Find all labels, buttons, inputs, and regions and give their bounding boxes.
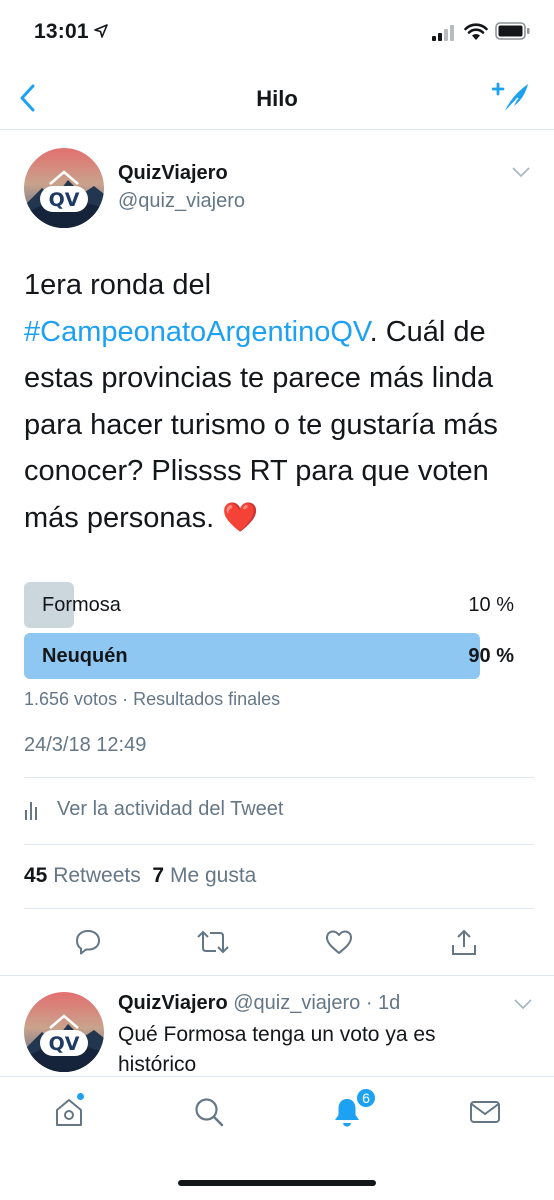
poll-option-label: Neuquén	[42, 645, 128, 667]
reply-separator: ·	[360, 992, 379, 1014]
poll-option-percent: 10 %	[468, 594, 514, 616]
reply-icon[interactable]	[74, 928, 102, 956]
home-icon[interactable]	[52, 1095, 86, 1129]
hashtag-link[interactable]: #CampeonatoArgentinoQV	[24, 316, 370, 348]
home-indicator	[178, 1180, 376, 1186]
poll: Formosa 10 % Neuquén 90 %	[24, 582, 514, 684]
tweet-timestamp: 24/3/18 12:49	[24, 734, 147, 756]
avatar[interactable]: QV	[24, 148, 104, 228]
reply-header: QuizViajero @quiz_viajero · 1d	[118, 992, 400, 1015]
divider	[24, 844, 534, 845]
wifi-icon	[464, 23, 488, 40]
retweets-label: Retweets	[53, 864, 141, 887]
tweet-stats: 45 Retweets 7 Me gusta	[24, 864, 256, 888]
poll-option-label: Formosa	[42, 594, 121, 616]
status-bar: 13:01	[0, 0, 554, 64]
likes-label: Me gusta	[169, 864, 257, 887]
divider	[24, 777, 534, 778]
activity-bars-icon	[25, 802, 37, 820]
likes-stat[interactable]: 7 Me gusta	[152, 864, 256, 887]
retweets-stat[interactable]: 45 Retweets	[24, 864, 141, 887]
avatar[interactable]: QV	[24, 992, 104, 1072]
author-handle[interactable]: @quiz_viajero	[118, 190, 245, 213]
messages-icon[interactable]	[468, 1095, 502, 1129]
poll-option-neuquen: Neuquén 90 %	[24, 633, 514, 679]
tweet-text: 1era ronda del #CampeonatoArgentinoQV. C…	[24, 262, 534, 541]
notifications-badge: 6	[355, 1087, 377, 1109]
poll-option-formosa: Formosa 10 %	[24, 582, 514, 628]
compose-icon[interactable]	[492, 80, 532, 116]
reply-author-handle[interactable]: @quiz_viajero	[233, 992, 360, 1014]
author-name[interactable]: QuizViajero	[118, 162, 228, 185]
nav-bar: Hilo	[0, 64, 554, 130]
chevron-down-icon[interactable]	[512, 166, 530, 178]
signal-icon	[432, 25, 454, 41]
poll-results-meta: 1.656 votos · Resultados finales	[24, 689, 281, 709]
avatar-logo-text: QV	[49, 189, 80, 211]
location-arrow-icon	[94, 24, 108, 38]
tweet-actions	[0, 920, 554, 968]
battery-icon	[495, 22, 530, 40]
home-unread-dot	[77, 1093, 84, 1100]
tweet-header: QV QuizViajero @quiz_viajero	[24, 148, 534, 232]
reply-tweet[interactable]: QV QuizViajero @quiz_viajero · 1d Qué Fo…	[0, 976, 554, 1076]
heart-emoji: ❤️	[222, 501, 259, 534]
status-time: 13:01	[34, 20, 89, 43]
page-title: Hilo	[256, 86, 298, 111]
activity-label: Ver la actividad del Tweet	[57, 798, 284, 820]
reply-text: Qué Formosa tenga un voto ya es históric…	[118, 1023, 436, 1076]
divider	[24, 908, 534, 909]
avatar-logo-text: QV	[49, 1033, 80, 1055]
retweet-icon[interactable]	[196, 928, 230, 956]
like-icon[interactable]	[324, 928, 354, 956]
reply-author-name[interactable]: QuizViajero	[118, 992, 228, 1014]
share-icon[interactable]	[450, 928, 478, 958]
tweet-text-part: . Cuál de estas provincias te parece más…	[24, 315, 498, 534]
search-icon[interactable]	[192, 1095, 226, 1129]
poll-option-percent: 90 %	[468, 645, 514, 667]
reply-time: 1d	[378, 992, 401, 1014]
retweets-count: 45	[24, 864, 48, 887]
likes-count: 7	[152, 864, 165, 887]
tweet-text-part: 1era ronda del	[24, 269, 212, 301]
chevron-down-icon[interactable]	[514, 998, 532, 1010]
